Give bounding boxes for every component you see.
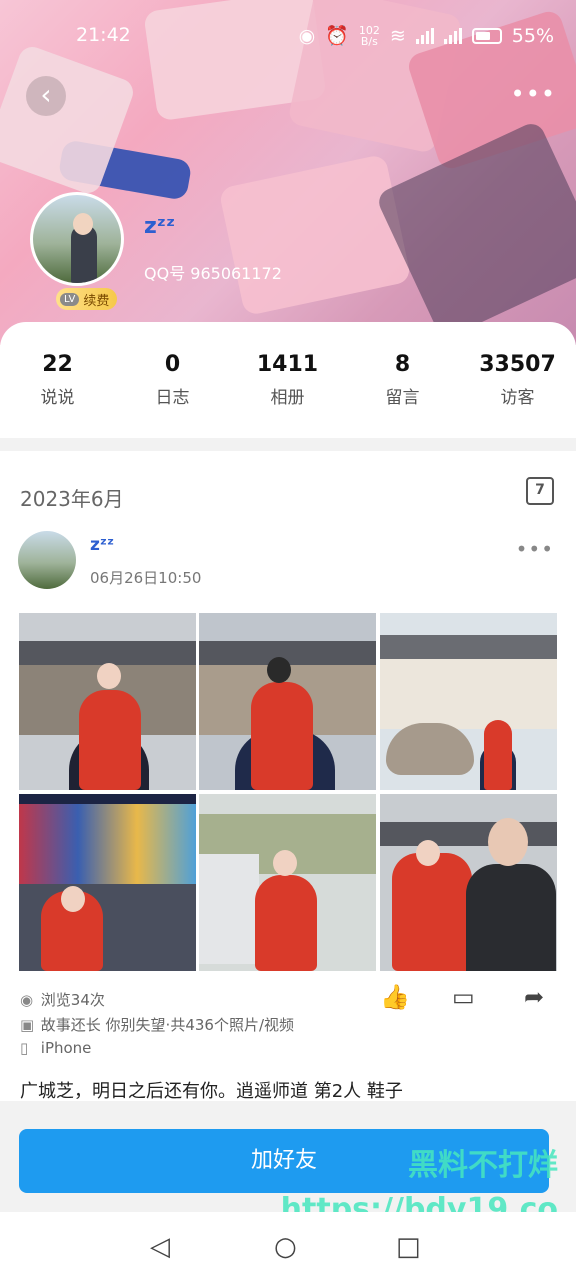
post-device: ▯ iPhone <box>20 1039 91 1057</box>
stat-label: 日志 <box>155 388 190 408</box>
photo-dress <box>251 682 313 790</box>
wifi-icon: ≋ <box>389 24 406 47</box>
vip-renew-label: 续费 <box>83 293 110 309</box>
eye-icon: ◉ <box>20 991 34 1009</box>
stat-albums[interactable]: 1411 相册 <box>230 352 345 408</box>
eye-icon: ◉ <box>298 24 316 47</box>
photo-dress <box>255 875 317 971</box>
post-views: ◉ 浏览34次 <box>20 989 105 1010</box>
photo-man-jacket <box>466 864 556 971</box>
square-recent-icon[interactable]: □ <box>396 1232 421 1262</box>
photo-hair <box>267 657 291 683</box>
more-icon: ••• <box>510 80 556 108</box>
album-icon: ▣ <box>20 1016 35 1034</box>
status-time: 21:42 <box>76 24 131 46</box>
photo-5[interactable] <box>199 794 376 971</box>
vip-level: LV <box>60 292 80 306</box>
stats-card: 22 说说 0 日志 1411 相册 8 留言 33507 访客 <box>0 322 576 438</box>
photo-man-face <box>488 818 528 866</box>
signal-icon <box>415 27 434 44</box>
stat-number: 8 <box>394 352 411 377</box>
photo-car <box>199 854 259 964</box>
photo-city-lights <box>19 804 196 884</box>
photo-6[interactable] <box>380 794 557 971</box>
photo-stone <box>386 723 474 775</box>
avatar[interactable] <box>30 192 124 286</box>
cover-decoration <box>374 119 576 341</box>
comment-button[interactable]: ▭ <box>452 983 475 1011</box>
stat-number: 1411 <box>256 352 319 377</box>
photo-roof <box>380 822 557 846</box>
post-album-text: 故事还长 你别失望·共436个照片/视频 <box>40 1016 295 1034</box>
post-views-text: 浏览34次 <box>40 991 105 1009</box>
more-button[interactable]: ••• <box>511 80 556 108</box>
photo-2[interactable] <box>199 613 376 790</box>
stat-label: 留言 <box>385 388 420 408</box>
avatar-head <box>73 213 93 235</box>
photo-face <box>273 850 297 876</box>
like-button[interactable]: 👍 <box>380 983 410 1011</box>
qq-number: QQ号 965061172 <box>144 264 282 283</box>
photo-roof <box>19 641 196 665</box>
more-icon: ••• <box>515 537 554 561</box>
stat-visitors[interactable]: 33507 访客 <box>460 352 575 408</box>
battery-icon <box>471 27 502 44</box>
stat-posts[interactable]: 22 说说 <box>0 352 115 408</box>
calendar-icon[interactable]: 7 <box>526 477 554 505</box>
post-album[interactable]: ▣ 故事还长 你别失望·共436个照片/视频 <box>20 1014 294 1035</box>
stat-label: 相册 <box>270 388 305 408</box>
triangle-back-icon[interactable]: ◁ <box>150 1232 170 1262</box>
comment-icon: ▭ <box>452 983 475 1011</box>
post-time: 06月26日10:50 <box>90 569 202 587</box>
post-avatar[interactable] <box>18 531 76 589</box>
photo-grid <box>19 613 557 971</box>
photo-face <box>416 840 440 866</box>
status-icons: ◉ ⏰ 102 B/s ≋ 55% <box>298 23 554 48</box>
photo-4[interactable] <box>19 794 196 971</box>
battery-level: 55% <box>511 24 554 47</box>
stat-label: 访客 <box>500 388 535 408</box>
stat-messages[interactable]: 8 留言 <box>345 352 460 408</box>
stat-number: 33507 <box>479 352 556 377</box>
watermark-line-1: 黑料不打烊 <box>408 1148 558 1183</box>
vip-badge[interactable]: LV 续费 <box>56 288 118 310</box>
system-nav-bar: ◁ ○ □ <box>0 1212 576 1280</box>
post-more-button[interactable]: ••• <box>516 537 554 561</box>
stat-logs[interactable]: 0 日志 <box>115 352 230 408</box>
stat-label: 说说 <box>40 388 75 408</box>
back-button[interactable]: ‹ <box>26 76 66 116</box>
circle-home-icon[interactable]: ○ <box>274 1232 297 1262</box>
alarm-icon: ⏰ <box>325 25 349 47</box>
photo-dress <box>392 853 472 971</box>
net-speed: 102 B/s <box>358 23 380 48</box>
feed: 2023年6月 7 zᶻᶻ 06月26日10:50 ••• ◉ 浏览34次 ▣ … <box>0 451 576 1101</box>
thumb-up-icon: 👍 <box>380 983 410 1011</box>
cover-decoration <box>218 153 412 317</box>
stat-number: 0 <box>164 352 181 377</box>
photo-roof <box>380 635 557 659</box>
share-icon: ➦ <box>524 983 545 1011</box>
month-header: 2023年6月 <box>20 487 124 511</box>
share-button[interactable]: ➦ <box>524 983 544 1011</box>
post-nickname[interactable]: zᶻᶻ <box>90 535 114 555</box>
post-text: 广城芝，明日之后还有你。逍遥师道 第2人 鞋子 <box>20 1081 403 1101</box>
chevron-left-icon: ‹ <box>40 78 52 111</box>
status-bar: 21:42 ◉ ⏰ 102 B/s ≋ 55% <box>0 18 576 54</box>
stat-number: 22 <box>42 352 73 377</box>
phone-icon: ▯ <box>20 1039 29 1057</box>
signal-icon-2 <box>443 27 462 44</box>
photo-dress <box>79 690 141 790</box>
post-device-text: iPhone <box>40 1039 92 1057</box>
photo-face <box>61 886 85 912</box>
photo-1[interactable] <box>19 613 196 790</box>
photo-face <box>97 663 121 689</box>
photo-3[interactable] <box>380 613 557 790</box>
photo-dress <box>484 720 512 790</box>
photo-wall <box>380 659 557 729</box>
profile-header: 21:42 ◉ ⏰ 102 B/s ≋ 55% ‹ ••• LV 续费 zᶻᶻ … <box>0 0 576 345</box>
profile-nickname: zᶻᶻ <box>144 214 176 239</box>
